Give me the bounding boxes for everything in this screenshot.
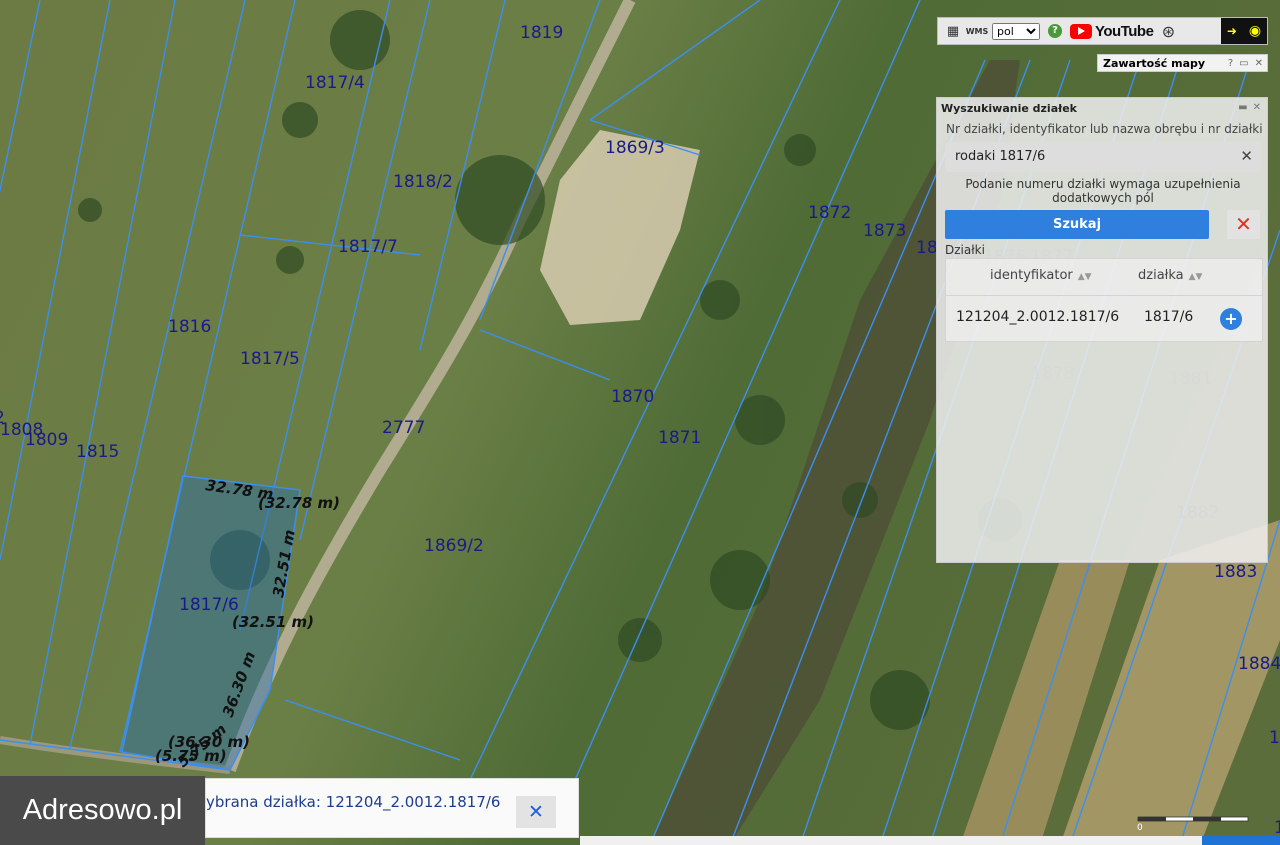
parcel-label[interactable]: 1815: [76, 442, 119, 462]
help-icon[interactable]: ?: [1046, 22, 1064, 40]
brand-text: Adresowo.pl: [22, 794, 183, 826]
arrow-icon: ➜: [1226, 24, 1237, 38]
parcel-label[interactable]: 1870: [611, 387, 654, 407]
help-button[interactable]: ?: [1228, 58, 1233, 69]
search-note: Podanie numeru działki wymaga uzupełnien…: [965, 177, 1241, 205]
scale-label: 0: [1137, 823, 1143, 833]
clear-icon[interactable]: ✕: [1240, 147, 1253, 165]
youtube-link[interactable]: YouTube: [1070, 22, 1154, 40]
progress-indicator: [1202, 836, 1280, 845]
parcel-label[interactable]: 1872: [808, 203, 851, 223]
wms-icon[interactable]: WMS: [966, 22, 989, 40]
sort-icon: ▲▼: [1077, 272, 1092, 282]
parcel-search-panel: Wyszukiwanie działek ▬ ✕ Nr działki, ide…: [936, 97, 1268, 563]
parcel-label[interactable]: 1: [1269, 728, 1280, 748]
results-table: identyfikator ▲▼ działka ▲▼ 121204_2.0012.…: [945, 258, 1263, 342]
measurement: (32.78 m): [258, 494, 340, 512]
result-identyfikator[interactable]: 121204_2.0012.1817/6: [956, 309, 1119, 325]
close-selection-button[interactable]: ✕: [516, 796, 556, 828]
cancel-button[interactable]: ✕: [1227, 210, 1260, 239]
youtube-label: YouTube: [1095, 22, 1154, 40]
column-header-identyfikator[interactable]: identyfikator ▲▼: [990, 268, 1092, 283]
sort-icon: ▲▼: [1188, 272, 1203, 282]
parcel-label[interactable]: 1817/4: [305, 73, 365, 93]
parcel-label[interactable]: 1817/6: [179, 595, 239, 615]
scale-bar: [1137, 816, 1249, 822]
result-dzialka[interactable]: 1817/6: [1144, 309, 1193, 325]
grid-icon[interactable]: ▦: [944, 22, 962, 40]
search-hint: Nr działki, identyfikator lub nazwa obrę…: [946, 122, 1263, 136]
parcel-label[interactable]: 1816: [168, 317, 211, 337]
parcel-label[interactable]: 1817/7: [338, 237, 398, 257]
accessibility-icon[interactable]: ⊛: [1159, 22, 1177, 41]
add-parcel-button[interactable]: +: [1220, 308, 1242, 330]
close-icon[interactable]: ✕: [1255, 58, 1263, 69]
parcel-label[interactable]: 1817/5: [240, 349, 300, 369]
parcel-label[interactable]: 1869/2: [424, 536, 484, 556]
parcel-label[interactable]: 1819: [520, 23, 563, 43]
parcel-label[interactable]: 1: [1274, 818, 1280, 838]
selection-bar: ybrana działka: 121204_2.0012.1817/6 ✕: [205, 778, 579, 838]
parcel-label[interactable]: 1871: [658, 428, 701, 448]
minimize-icon[interactable]: ▬: [1238, 102, 1247, 113]
parcel-label[interactable]: 1884: [1238, 654, 1280, 674]
selected-parcel-text: ybrana działka: 121204_2.0012.1817/6: [206, 793, 501, 811]
close-icon[interactable]: ✕: [1253, 102, 1261, 113]
eye-icon: ◉: [1248, 23, 1262, 39]
parcel-label[interactable]: 1809: [25, 430, 68, 450]
map-contents-title: Zawartość mapy: [1103, 56, 1206, 70]
map-toolbar: ▦ WMS pol ? YouTube ⊛ ➜ ◉: [937, 17, 1268, 45]
search-input[interactable]: [953, 148, 1227, 165]
language-select[interactable]: pol: [992, 22, 1040, 40]
divider: [946, 295, 1262, 296]
bottom-strip: [580, 836, 1280, 845]
parcel-label[interactable]: 1818/2: [393, 172, 453, 192]
parcel-label[interactable]: 1883: [1214, 562, 1257, 582]
measurement: (5.75 m): [155, 747, 227, 765]
parcel-label[interactable]: 1873: [863, 221, 906, 241]
search-box: ✕: [945, 142, 1261, 172]
column-header-dzialka[interactable]: działka ▲▼: [1138, 268, 1202, 283]
parcel-label[interactable]: 2: [0, 408, 5, 428]
minimize-icon[interactable]: ▭: [1239, 58, 1248, 69]
brand-logo: Adresowo.pl: [0, 776, 205, 845]
parcel-label[interactable]: 18: [916, 238, 938, 258]
parcel-label[interactable]: 2777: [382, 418, 425, 438]
view-toggle[interactable]: ➜ ◉: [1221, 18, 1267, 44]
youtube-icon: [1070, 23, 1092, 39]
parcel-label[interactable]: 1869/3: [605, 138, 665, 158]
measurement: (32.51 m): [232, 613, 314, 631]
results-label: Działki: [945, 243, 985, 257]
search-button[interactable]: Szukaj: [945, 210, 1209, 239]
close-icon: ✕: [1235, 214, 1252, 236]
map-contents-panel[interactable]: Zawartość mapy ? ▭ ✕: [1097, 54, 1268, 72]
panel-title: Wyszukiwanie działek: [941, 102, 1077, 115]
